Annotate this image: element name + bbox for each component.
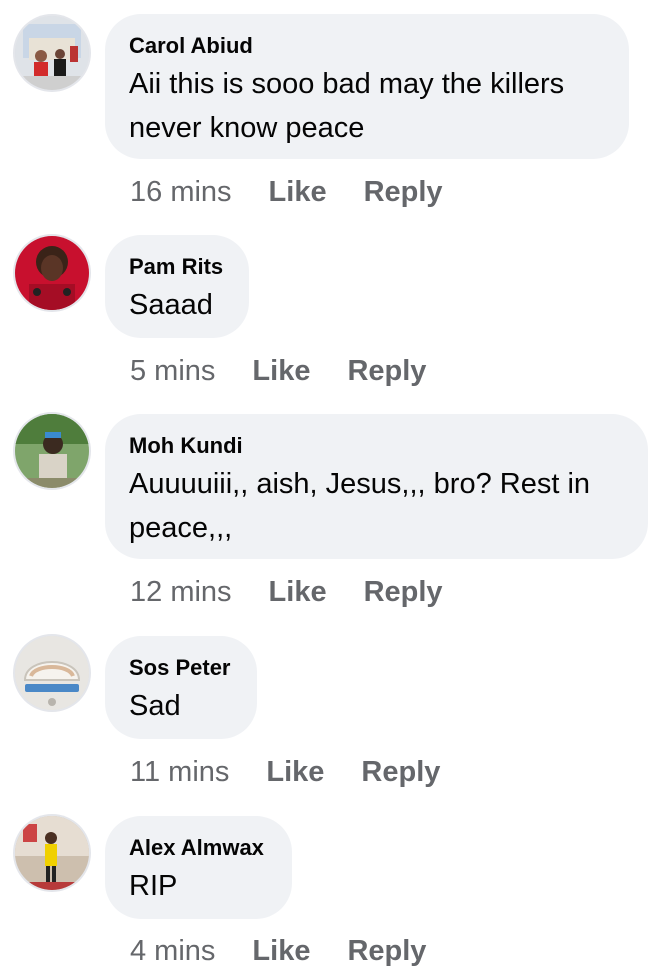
comment-author[interactable]: Pam Rits — [129, 253, 223, 281]
comment-text: Saaad — [129, 289, 213, 321]
comment-bubble: Carol Abiud Aii this is sooo bad may the… — [105, 14, 629, 159]
comment-actions: 4 mins Like Reply — [130, 933, 426, 969]
comment-timestamp[interactable]: 5 mins — [130, 353, 215, 389]
comment-timestamp[interactable]: 12 mins — [130, 574, 232, 610]
comment-timestamp[interactable]: 4 mins — [130, 933, 215, 969]
comment-actions: 11 mins Like Reply — [130, 754, 440, 790]
avatar-photo-icon — [15, 816, 89, 890]
reply-button[interactable]: Reply — [361, 754, 440, 790]
avatar-photo-icon — [15, 636, 89, 710]
reply-button[interactable]: Reply — [364, 574, 443, 610]
comment-actions: 12 mins Like Reply — [130, 574, 443, 610]
like-button[interactable]: Like — [252, 353, 310, 389]
comment-bubble: Alex Almwax RIP — [105, 816, 292, 919]
avatar[interactable] — [15, 414, 89, 488]
reply-button[interactable]: Reply — [347, 353, 426, 389]
comment-bubble: Moh Kundi Auuuuiii,, aish, Jesus,,, bro?… — [105, 414, 648, 559]
avatar[interactable] — [15, 16, 89, 90]
comment-text: Sad — [129, 690, 181, 722]
avatar-photo-icon — [15, 414, 89, 488]
comment-actions: 5 mins Like Reply — [130, 353, 426, 389]
comment-timestamp[interactable]: 16 mins — [130, 174, 232, 210]
like-button[interactable]: Like — [269, 174, 327, 210]
avatar-photo-icon — [15, 16, 89, 90]
comment-timestamp[interactable]: 11 mins — [130, 754, 229, 790]
avatar-photo-icon — [15, 236, 89, 310]
avatar[interactable] — [15, 636, 89, 710]
comment-text: Auuuuiii,, aish, Jesus,,, bro? Rest in p… — [129, 468, 591, 544]
comment-bubble: Sos Peter Sad — [105, 636, 257, 739]
comment-author[interactable]: Sos Peter — [129, 654, 231, 682]
comment-text: Aii this is sooo bad may the killers nev… — [129, 68, 565, 144]
avatar[interactable] — [15, 236, 89, 310]
comment-author[interactable]: Carol Abiud — [129, 32, 603, 60]
comment-author[interactable]: Alex Almwax — [129, 834, 266, 862]
reply-button[interactable]: Reply — [364, 174, 443, 210]
reply-button[interactable]: Reply — [347, 933, 426, 969]
like-button[interactable]: Like — [269, 574, 327, 610]
avatar[interactable] — [15, 816, 89, 890]
like-button[interactable]: Like — [266, 754, 324, 790]
comment-actions: 16 mins Like Reply — [130, 174, 443, 210]
comment-author[interactable]: Moh Kundi — [129, 432, 622, 460]
comment-text: RIP — [129, 870, 178, 902]
comment-bubble: Pam Rits Saaad — [105, 235, 249, 338]
like-button[interactable]: Like — [252, 933, 310, 969]
